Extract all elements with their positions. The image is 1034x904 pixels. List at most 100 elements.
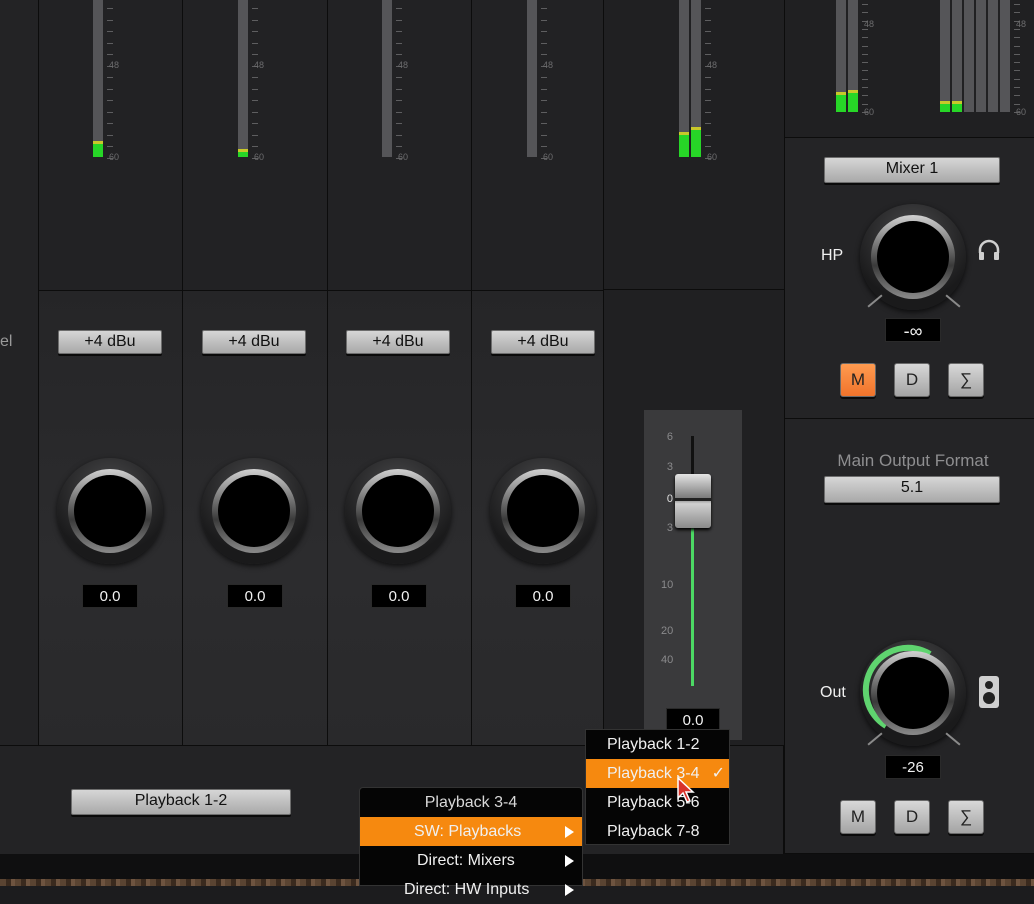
meter-tick (396, 123, 402, 125)
meter-tick (1014, 62, 1020, 64)
output-routing-button[interactable]: Playback 1-2 (71, 789, 291, 815)
meter-scale-label: 48 (707, 60, 718, 70)
fader-scale-label: 40 (661, 654, 674, 666)
meter-tick (862, 70, 868, 72)
out-mute-button[interactable]: M (840, 800, 876, 834)
speaker-icon (979, 676, 999, 708)
meter-tick (541, 31, 547, 33)
meter-tick (252, 146, 258, 148)
meter-tick (705, 31, 711, 33)
meter-tick (541, 8, 547, 9)
meter-tick (107, 123, 113, 125)
fader-handle[interactable] (675, 474, 711, 528)
meter-tick (862, 78, 868, 80)
meter-tick (541, 88, 547, 90)
left-edge-panel (0, 0, 39, 746)
meter-scale-label: 60 (707, 152, 718, 162)
meter-tick (705, 88, 711, 90)
headphones-volume-knob[interactable] (860, 204, 966, 310)
meter-scale-label: 60 (543, 152, 554, 162)
meter-tick (396, 42, 402, 44)
meter-scale-label: 60 (1016, 107, 1027, 117)
meter-tick (705, 146, 711, 148)
channel-1-level-button[interactable]: +4 dBu (58, 330, 162, 354)
channel-2-meter (238, 0, 248, 157)
channel-4-gain-knob[interactable] (490, 458, 596, 564)
meter-tick (862, 103, 868, 105)
left-edge-label: el (0, 333, 13, 350)
meter-tick (862, 87, 868, 89)
meter-tick (1014, 78, 1020, 80)
channel-3-level-button[interactable]: +4 dBu (346, 330, 450, 354)
menu-item-direct-mixers[interactable]: Direct: Mixers (360, 846, 582, 875)
meter-tick (541, 77, 547, 79)
channel-4-level-button[interactable]: +4 dBu (491, 330, 595, 354)
meter-tick (107, 100, 113, 102)
main-output-format-button[interactable]: 5.1 (824, 476, 1000, 503)
meter-tick (396, 77, 402, 79)
channel-3-gain-value[interactable]: 0.0 (371, 584, 427, 608)
meter-tick (107, 77, 113, 79)
meter-tick (705, 111, 711, 113)
meter-tick (862, 12, 868, 14)
meter-tick (107, 134, 113, 136)
channel-2-gain-knob[interactable] (201, 458, 307, 564)
meter-tick (252, 100, 258, 102)
meter-tick (252, 8, 258, 9)
meter-tick (252, 31, 258, 33)
submenu-item-playback-1-2[interactable]: Playback 1-2 (586, 730, 729, 759)
meter-tick (1014, 12, 1020, 14)
playback-submenu: Playback 1-2 Playback 3-4 ✓ Playback 5-6… (585, 729, 730, 845)
meter-tick (862, 45, 868, 47)
meter-tick (107, 88, 113, 90)
hp-mute-button[interactable]: M (840, 363, 876, 397)
out-sum-button[interactable]: ∑ (948, 800, 984, 834)
channel-2-level-button[interactable]: +4 dBu (202, 330, 306, 354)
meter-tick (396, 8, 402, 9)
meter-scale-label: 48 (864, 19, 875, 29)
out-label: Out (820, 684, 846, 701)
headphones-volume-value[interactable]: -∞ (885, 318, 941, 342)
master-meter-2 (691, 0, 701, 157)
meter-tick (1014, 103, 1020, 105)
meter-tick (396, 31, 402, 33)
meter-tick (705, 8, 711, 9)
meter-scale-label: 60 (864, 107, 875, 117)
meter-scale-label: 48 (1016, 19, 1027, 29)
menu-item-label: Direct: Mixers (417, 852, 515, 869)
meter-tick (541, 146, 547, 148)
monitor-meter-6 (1000, 0, 1010, 112)
main-output-volume-value[interactable]: -26 (885, 755, 941, 779)
menu-item-label: Playback 1-2 (607, 736, 700, 753)
hp-dim-button[interactable]: D (894, 363, 930, 397)
submenu-arrow-icon (565, 855, 574, 867)
submenu-item-playback-3-4[interactable]: Playback 3-4 ✓ (586, 759, 729, 788)
channel-3-gain-knob[interactable] (345, 458, 451, 564)
channel-2-gain-value[interactable]: 0.0 (227, 584, 283, 608)
channel-4-gain-value[interactable]: 0.0 (515, 584, 571, 608)
out-dim-button[interactable]: D (894, 800, 930, 834)
meter-tick (541, 123, 547, 125)
meter-tick (1014, 53, 1020, 55)
channel-1-gain-value[interactable]: 0.0 (82, 584, 138, 608)
hp-sum-button[interactable]: ∑ (948, 363, 984, 397)
menu-item-sw-playbacks[interactable]: SW: Playbacks (360, 817, 582, 846)
submenu-item-playback-5-6[interactable]: Playback 5-6 (586, 788, 729, 817)
meter-scale-label: 48 (109, 60, 120, 70)
submenu-item-playback-7-8[interactable]: Playback 7-8 (586, 817, 729, 846)
meter-tick (1014, 28, 1020, 30)
mixer-select-button[interactable]: Mixer 1 (824, 157, 1000, 183)
menu-item-direct-hw-inputs[interactable]: Direct: HW Inputs (360, 875, 582, 904)
meter-tick (705, 100, 711, 102)
meter-tick (107, 8, 113, 9)
main-output-volume-knob[interactable] (860, 640, 966, 746)
fader-scale-label: 20 (661, 625, 674, 637)
meter-tick (1014, 70, 1020, 72)
meter-tick (705, 134, 711, 136)
meter-tick (541, 54, 547, 56)
meter-tick (862, 53, 868, 55)
meter-tick (396, 88, 402, 90)
channel-1-gain-knob[interactable] (57, 458, 163, 564)
submenu-arrow-icon (565, 826, 574, 838)
meter-scale-label: 48 (398, 60, 409, 70)
